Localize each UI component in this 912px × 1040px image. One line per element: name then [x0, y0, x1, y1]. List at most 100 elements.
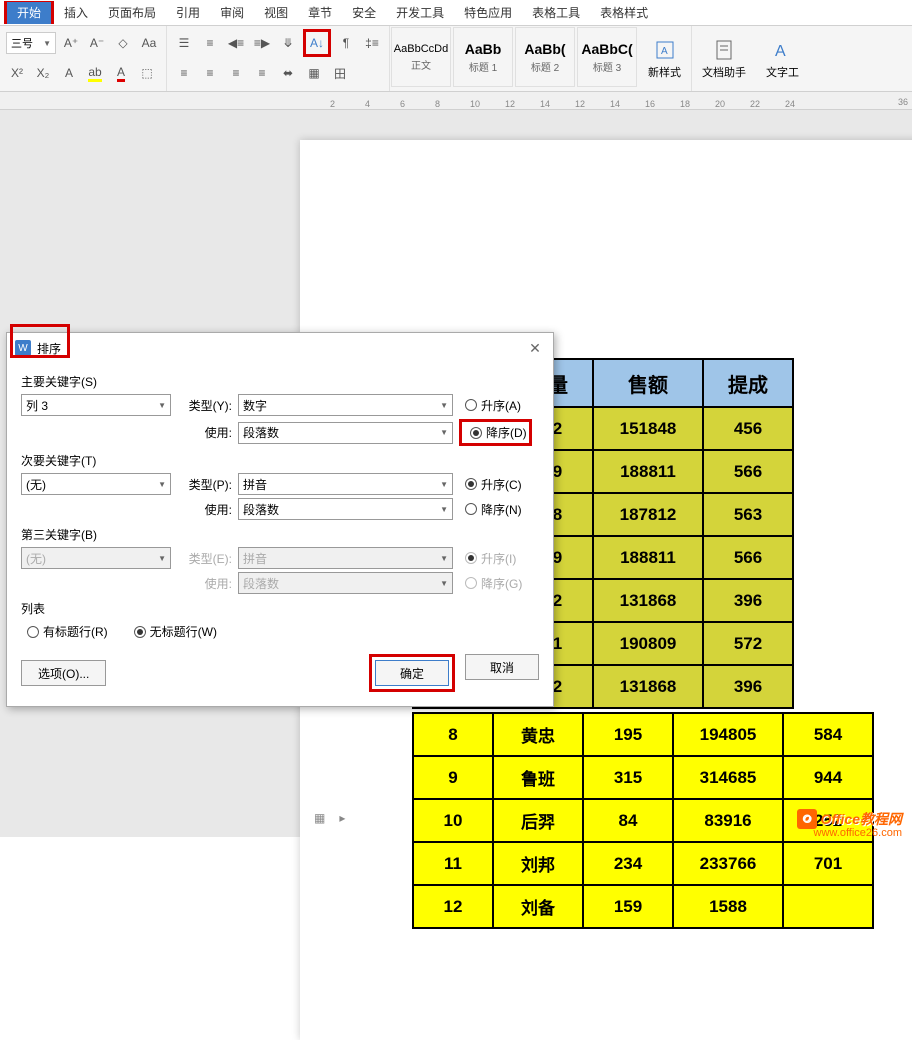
line-spacing-icon[interactable]: ‡≡	[361, 32, 383, 54]
char-border-icon[interactable]: ⬚	[136, 62, 158, 84]
cancel-button[interactable]: 取消	[465, 654, 539, 680]
dialog-titlebar: W 排序 ✕	[7, 333, 553, 363]
third-use-select: 段落数▼	[238, 572, 453, 594]
nav-icon[interactable]: ▸	[339, 811, 345, 825]
tab-devtools[interactable]: 开发工具	[386, 0, 454, 25]
text-direction-icon[interactable]: ⤋	[277, 32, 299, 54]
numbering-icon[interactable]: ≡	[199, 32, 221, 54]
subscript-icon[interactable]: X₂	[32, 62, 54, 84]
secondary-type-select[interactable]: 拼音▼	[238, 473, 453, 495]
align-center-icon[interactable]: ≡	[199, 62, 221, 84]
use-label-3: 使用:	[177, 575, 232, 592]
char-shading-icon[interactable]: A	[58, 62, 80, 84]
page-icon[interactable]: ▦	[314, 811, 325, 825]
align-left-icon[interactable]: ≡	[173, 62, 195, 84]
primary-use-select[interactable]: 段落数▼	[238, 422, 453, 444]
new-style-button[interactable]: A 新样式	[638, 26, 691, 91]
text-tool-button[interactable]: A 文字工	[756, 26, 809, 91]
tab-reference[interactable]: 引用	[166, 0, 210, 25]
style-heading1[interactable]: AaBb标题 1	[453, 27, 513, 87]
svg-text:A: A	[661, 46, 668, 57]
style-gallery: AaBbCcDd正文 AaBb标题 1 AaBb(标题 2 AaBbC(标题 3	[390, 26, 638, 88]
align-right-icon[interactable]: ≡	[225, 62, 247, 84]
font-size-select[interactable]: 三号▼	[6, 32, 56, 54]
primary-type-select[interactable]: 数字▼	[238, 394, 453, 416]
no-header-radio[interactable]: 无标题行(W)	[134, 623, 217, 640]
third-type-select: 拼音▼	[238, 547, 453, 569]
secondary-asc-radio[interactable]: 升序(C)	[465, 476, 522, 493]
table-row[interactable]: 11刘邦234233766701	[413, 842, 873, 885]
borders-icon[interactable]: 田	[329, 62, 351, 84]
svg-text:A: A	[775, 43, 786, 60]
bullets-icon[interactable]: ☰	[173, 32, 195, 54]
clear-format-icon[interactable]: ◇	[112, 32, 134, 54]
third-key-label: 第三关键字(B)	[21, 526, 539, 543]
doc-assist-button[interactable]: 文档助手	[692, 26, 756, 91]
watermark-badge-icon: O	[797, 809, 817, 829]
list-label: 列表	[21, 600, 539, 617]
ribbon-toolbar: 三号▼ A⁺ A⁻ ◇ Aa X² X₂ A ab A ⬚ ☰ ≡ ◀≡ ≡▶ …	[0, 26, 912, 92]
highlight-start-tab: 开始	[4, 1, 54, 24]
tab-insert[interactable]: 插入	[54, 0, 98, 25]
increase-indent-icon[interactable]: ≡▶	[251, 32, 273, 54]
align-justify-icon[interactable]: ≡	[251, 62, 273, 84]
show-marks-icon[interactable]: ¶	[335, 32, 357, 54]
decrease-font-icon[interactable]: A⁻	[86, 32, 108, 54]
document-area: 名 售量 售额 提成 乔152151848456 乔189188811566 姬…	[0, 110, 912, 837]
watermark-url: www.office26.com	[814, 827, 902, 839]
style-heading2[interactable]: AaBb(标题 2	[515, 27, 575, 87]
sort-icon[interactable]: A↓	[306, 32, 328, 54]
secondary-key-label: 次要关键字(T)	[21, 452, 539, 469]
primary-asc-radio[interactable]: 升序(A)	[465, 397, 521, 414]
tab-tablestyle[interactable]: 表格样式	[590, 0, 658, 25]
table-row[interactable]: 9鲁班315314685944	[413, 756, 873, 799]
type-label: 类型(Y):	[177, 397, 232, 414]
status-icons: ▦ ▸	[314, 811, 345, 825]
type-label-e: 类型(E):	[177, 550, 232, 567]
tab-start[interactable]: 开始	[7, 2, 51, 24]
use-label: 使用:	[177, 424, 232, 441]
text-tool-icon: A	[771, 38, 795, 62]
secondary-desc-radio[interactable]: 降序(N)	[465, 501, 522, 518]
secondary-use-select[interactable]: 段落数▼	[238, 498, 453, 520]
use-label-2: 使用:	[177, 501, 232, 518]
options-button[interactable]: 选项(O)...	[21, 660, 106, 686]
new-style-icon: A	[653, 38, 677, 62]
watermark: O Office教程网	[797, 809, 902, 829]
sort-dialog: W 排序 ✕ 主要关键字(S) 列 3▼ 类型(Y): 数字▼ 升序(A) 使用…	[6, 332, 554, 707]
table-row[interactable]: 8黄忠195194805584	[413, 713, 873, 756]
header-amt: 售额	[593, 359, 703, 407]
font-color-icon[interactable]: A	[110, 62, 132, 84]
style-normal[interactable]: AaBbCcDd正文	[391, 27, 451, 87]
header-com: 提成	[703, 359, 793, 407]
tab-review[interactable]: 审阅	[210, 0, 254, 25]
tab-layout[interactable]: 页面布局	[98, 0, 166, 25]
tab-view[interactable]: 视图	[254, 0, 298, 25]
secondary-key-select[interactable]: (无)▼	[21, 473, 171, 495]
doc-assist-icon	[712, 38, 736, 62]
tab-security[interactable]: 安全	[342, 0, 386, 25]
close-icon[interactable]: ✕	[525, 338, 545, 358]
increase-font-icon[interactable]: A⁺	[60, 32, 82, 54]
tab-chapter[interactable]: 章节	[298, 0, 342, 25]
distribute-icon[interactable]: ⬌	[277, 62, 299, 84]
third-desc-radio: 降序(G)	[465, 575, 522, 592]
table-row[interactable]: 12刘备1591588	[413, 885, 873, 928]
third-asc-radio: 升序(I)	[465, 550, 516, 567]
highlight-icon[interactable]: ab	[84, 62, 106, 84]
ok-button[interactable]: 确定	[375, 660, 449, 686]
highlight-sort: A↓	[303, 29, 331, 57]
primary-key-select[interactable]: 列 3▼	[21, 394, 171, 416]
tab-special[interactable]: 特色应用	[454, 0, 522, 25]
type-label-p: 类型(P):	[177, 476, 232, 493]
style-heading3[interactable]: AaBbC(标题 3	[577, 27, 637, 87]
shading-icon[interactable]: ▦	[303, 62, 325, 84]
primary-desc-radio[interactable]: 降序(D)	[470, 424, 527, 441]
ribbon-tabs: 开始 插入 页面布局 引用 审阅 视图 章节 安全 开发工具 特色应用 表格工具…	[0, 0, 912, 26]
has-header-radio[interactable]: 有标题行(R)	[27, 623, 108, 640]
tab-tabletools[interactable]: 表格工具	[522, 0, 590, 25]
highlight-desc-radio: 降序(D)	[459, 419, 532, 446]
change-case-icon[interactable]: Aa	[138, 32, 160, 54]
decrease-indent-icon[interactable]: ◀≡	[225, 32, 247, 54]
superscript-icon[interactable]: X²	[6, 62, 28, 84]
